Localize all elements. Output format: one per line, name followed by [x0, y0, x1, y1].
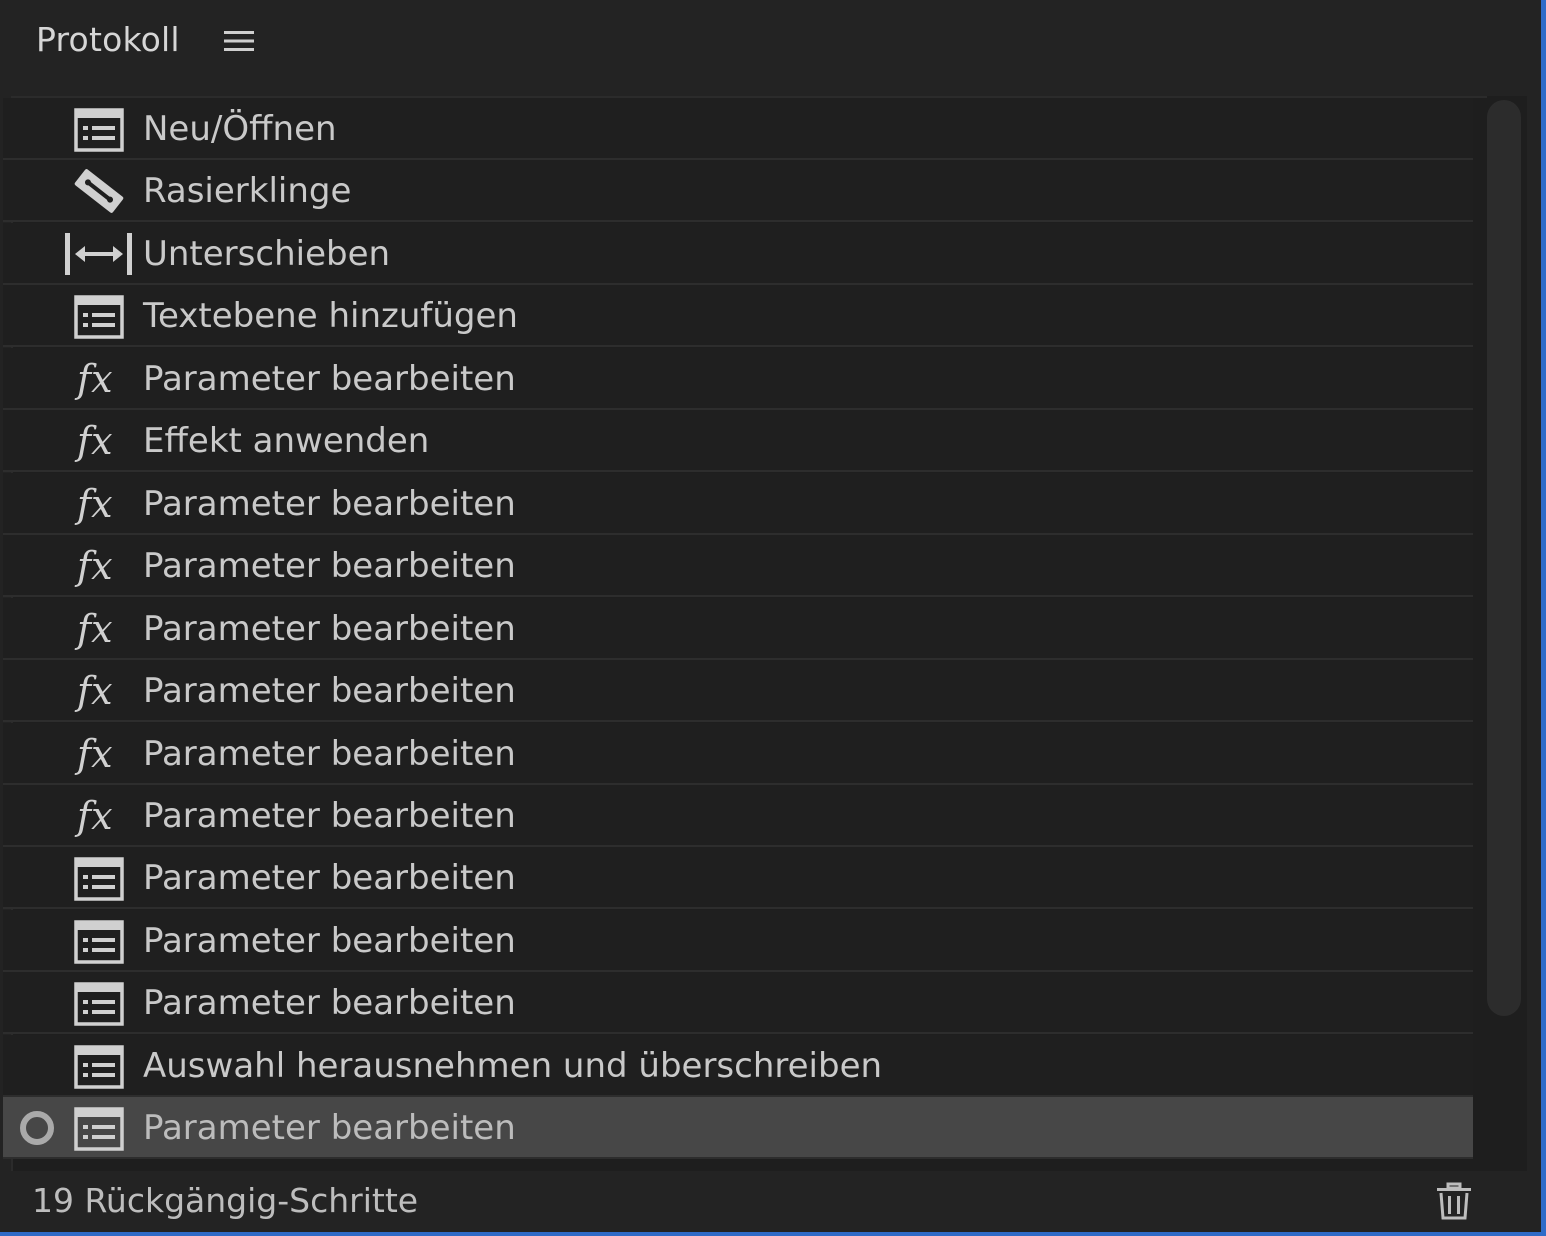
history-item-label: Parameter bearbeiten [143, 608, 516, 649]
history-item-label: Parameter bearbeiten [143, 920, 516, 961]
history-item-label: Textebene hinzufügen [143, 296, 518, 337]
svg-text:fx: fx [74, 357, 113, 401]
history-item[interactable]: Textebene hinzufügen [3, 285, 1473, 348]
history-item-label: Parameter bearbeiten [143, 733, 516, 774]
history-item[interactable]: fx Parameter bearbeiten [3, 660, 1473, 723]
history-item-label: Rasierklinge [143, 171, 352, 212]
list-document-icon [63, 980, 125, 1027]
history-item-label: Parameter bearbeiten [143, 983, 516, 1024]
fx-icon: fx [63, 731, 125, 777]
focus-border-bottom [0, 1232, 1546, 1236]
history-item[interactable]: fx Parameter bearbeiten [3, 722, 1473, 785]
history-item[interactable]: fx Effekt anwenden [3, 410, 1473, 473]
list-document-icon [63, 293, 125, 340]
razor-blade-icon [63, 168, 125, 214]
slip-arrows-icon [63, 231, 137, 277]
list-document-icon [63, 1105, 125, 1151]
history-item[interactable]: fx Parameter bearbeiten [3, 472, 1473, 535]
history-item-label: Parameter bearbeiten [143, 1108, 516, 1149]
history-item[interactable]: Parameter bearbeiten [3, 847, 1473, 910]
history-item[interactable]: fx Parameter bearbeiten [3, 347, 1473, 410]
svg-text:fx: fx [74, 794, 113, 838]
history-item[interactable]: Rasierklinge [3, 160, 1473, 223]
history-panel: Protokoll Neu/Öffnen Rasierklinge Untersch… [0, 0, 1546, 1236]
fx-icon: fx [63, 543, 125, 589]
hamburger-menu-icon[interactable] [222, 26, 256, 56]
svg-text:fx: fx [74, 482, 113, 526]
history-item[interactable]: Unterschieben [3, 222, 1473, 285]
focus-border-right [1541, 0, 1546, 1236]
trash-icon[interactable] [1434, 1181, 1474, 1221]
history-item[interactable]: Parameter bearbeiten [3, 972, 1473, 1035]
history-item[interactable]: Parameter bearbeiten [3, 909, 1473, 972]
panel-footer: 19 Rückgängig-Schritte [0, 1171, 1541, 1232]
svg-text:fx: fx [74, 669, 113, 713]
svg-text:fx: fx [74, 732, 113, 776]
fx-icon: fx [63, 793, 125, 839]
history-item-label: Parameter bearbeiten [143, 671, 516, 712]
history-item[interactable]: fx Parameter bearbeiten [3, 784, 1473, 847]
list-document-icon [63, 1043, 125, 1089]
history-item-label: Parameter bearbeiten [143, 483, 516, 524]
history-item-label: Unterschieben [143, 233, 391, 274]
undo-steps-count: 19 Rückgängig-Schritte [32, 1181, 419, 1220]
fx-icon: fx [63, 668, 125, 714]
fx-icon: fx [63, 356, 125, 402]
svg-text:fx: fx [74, 419, 113, 463]
fx-icon: fx [63, 418, 125, 464]
list-document-icon [63, 106, 125, 152]
fx-icon: fx [63, 606, 125, 652]
history-item[interactable]: Neu/Öffnen [3, 98, 1473, 160]
history-item-label: Auswahl herausnehmen und überschreiben [143, 1045, 883, 1086]
list-document-icon [63, 918, 125, 964]
fx-icon: fx [63, 481, 125, 527]
panel-header: Protokoll [0, 0, 1541, 90]
current-state-indicator [20, 1111, 54, 1146]
history-item-label: Parameter bearbeiten [143, 546, 516, 587]
history-item[interactable]: fx Parameter bearbeiten [3, 597, 1473, 660]
panel-title: Protokoll [36, 20, 180, 59]
history-item[interactable]: fx Parameter bearbeiten [3, 535, 1473, 598]
scrollbar-thumb[interactable] [1487, 100, 1521, 1016]
history-item-label: Neu/Öffnen [143, 109, 337, 149]
history-item-label: Parameter bearbeiten [143, 795, 516, 836]
history-item-label: Parameter bearbeiten [143, 858, 516, 899]
history-item[interactable]: Parameter bearbeiten [3, 1097, 1473, 1160]
history-item-label: Parameter bearbeiten [143, 358, 516, 399]
list-document-icon [63, 855, 125, 902]
history-item[interactable]: Auswahl herausnehmen und überschreiben [3, 1034, 1473, 1097]
history-item-label: Effekt anwenden [143, 421, 430, 462]
svg-text:fx: fx [74, 607, 113, 651]
svg-text:fx: fx [74, 544, 113, 588]
